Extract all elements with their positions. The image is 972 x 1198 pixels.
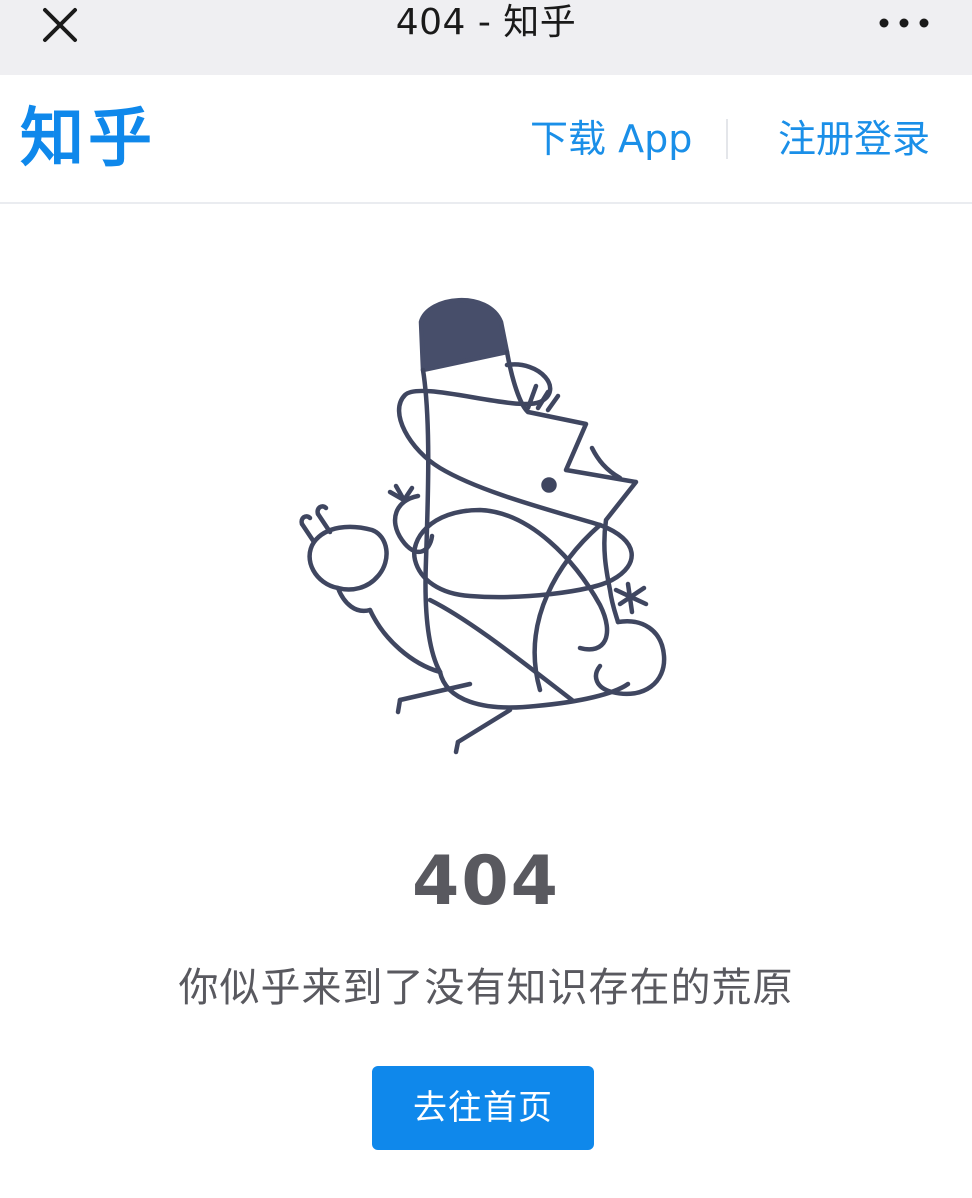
site-header: 知乎 下载 App 注册登录 <box>0 75 972 204</box>
more-icon[interactable] <box>876 6 932 40</box>
download-app-link[interactable]: 下载 App <box>530 115 692 163</box>
register-login-link[interactable]: 注册登录 <box>778 115 930 163</box>
unplugged-creature-illustration <box>290 285 680 765</box>
window-title: 404 - 知乎 <box>395 2 577 43</box>
nav-divider <box>726 119 728 159</box>
go-home-button[interactable]: 去往首页 <box>372 1066 594 1150</box>
title-bar: 404 - 知乎 <box>0 0 972 75</box>
error-message: 你似乎来到了没有知识存在的荒原 <box>178 965 794 1011</box>
zhihu-logo[interactable]: 知乎 <box>20 101 156 177</box>
error-code: 404 <box>412 842 560 921</box>
